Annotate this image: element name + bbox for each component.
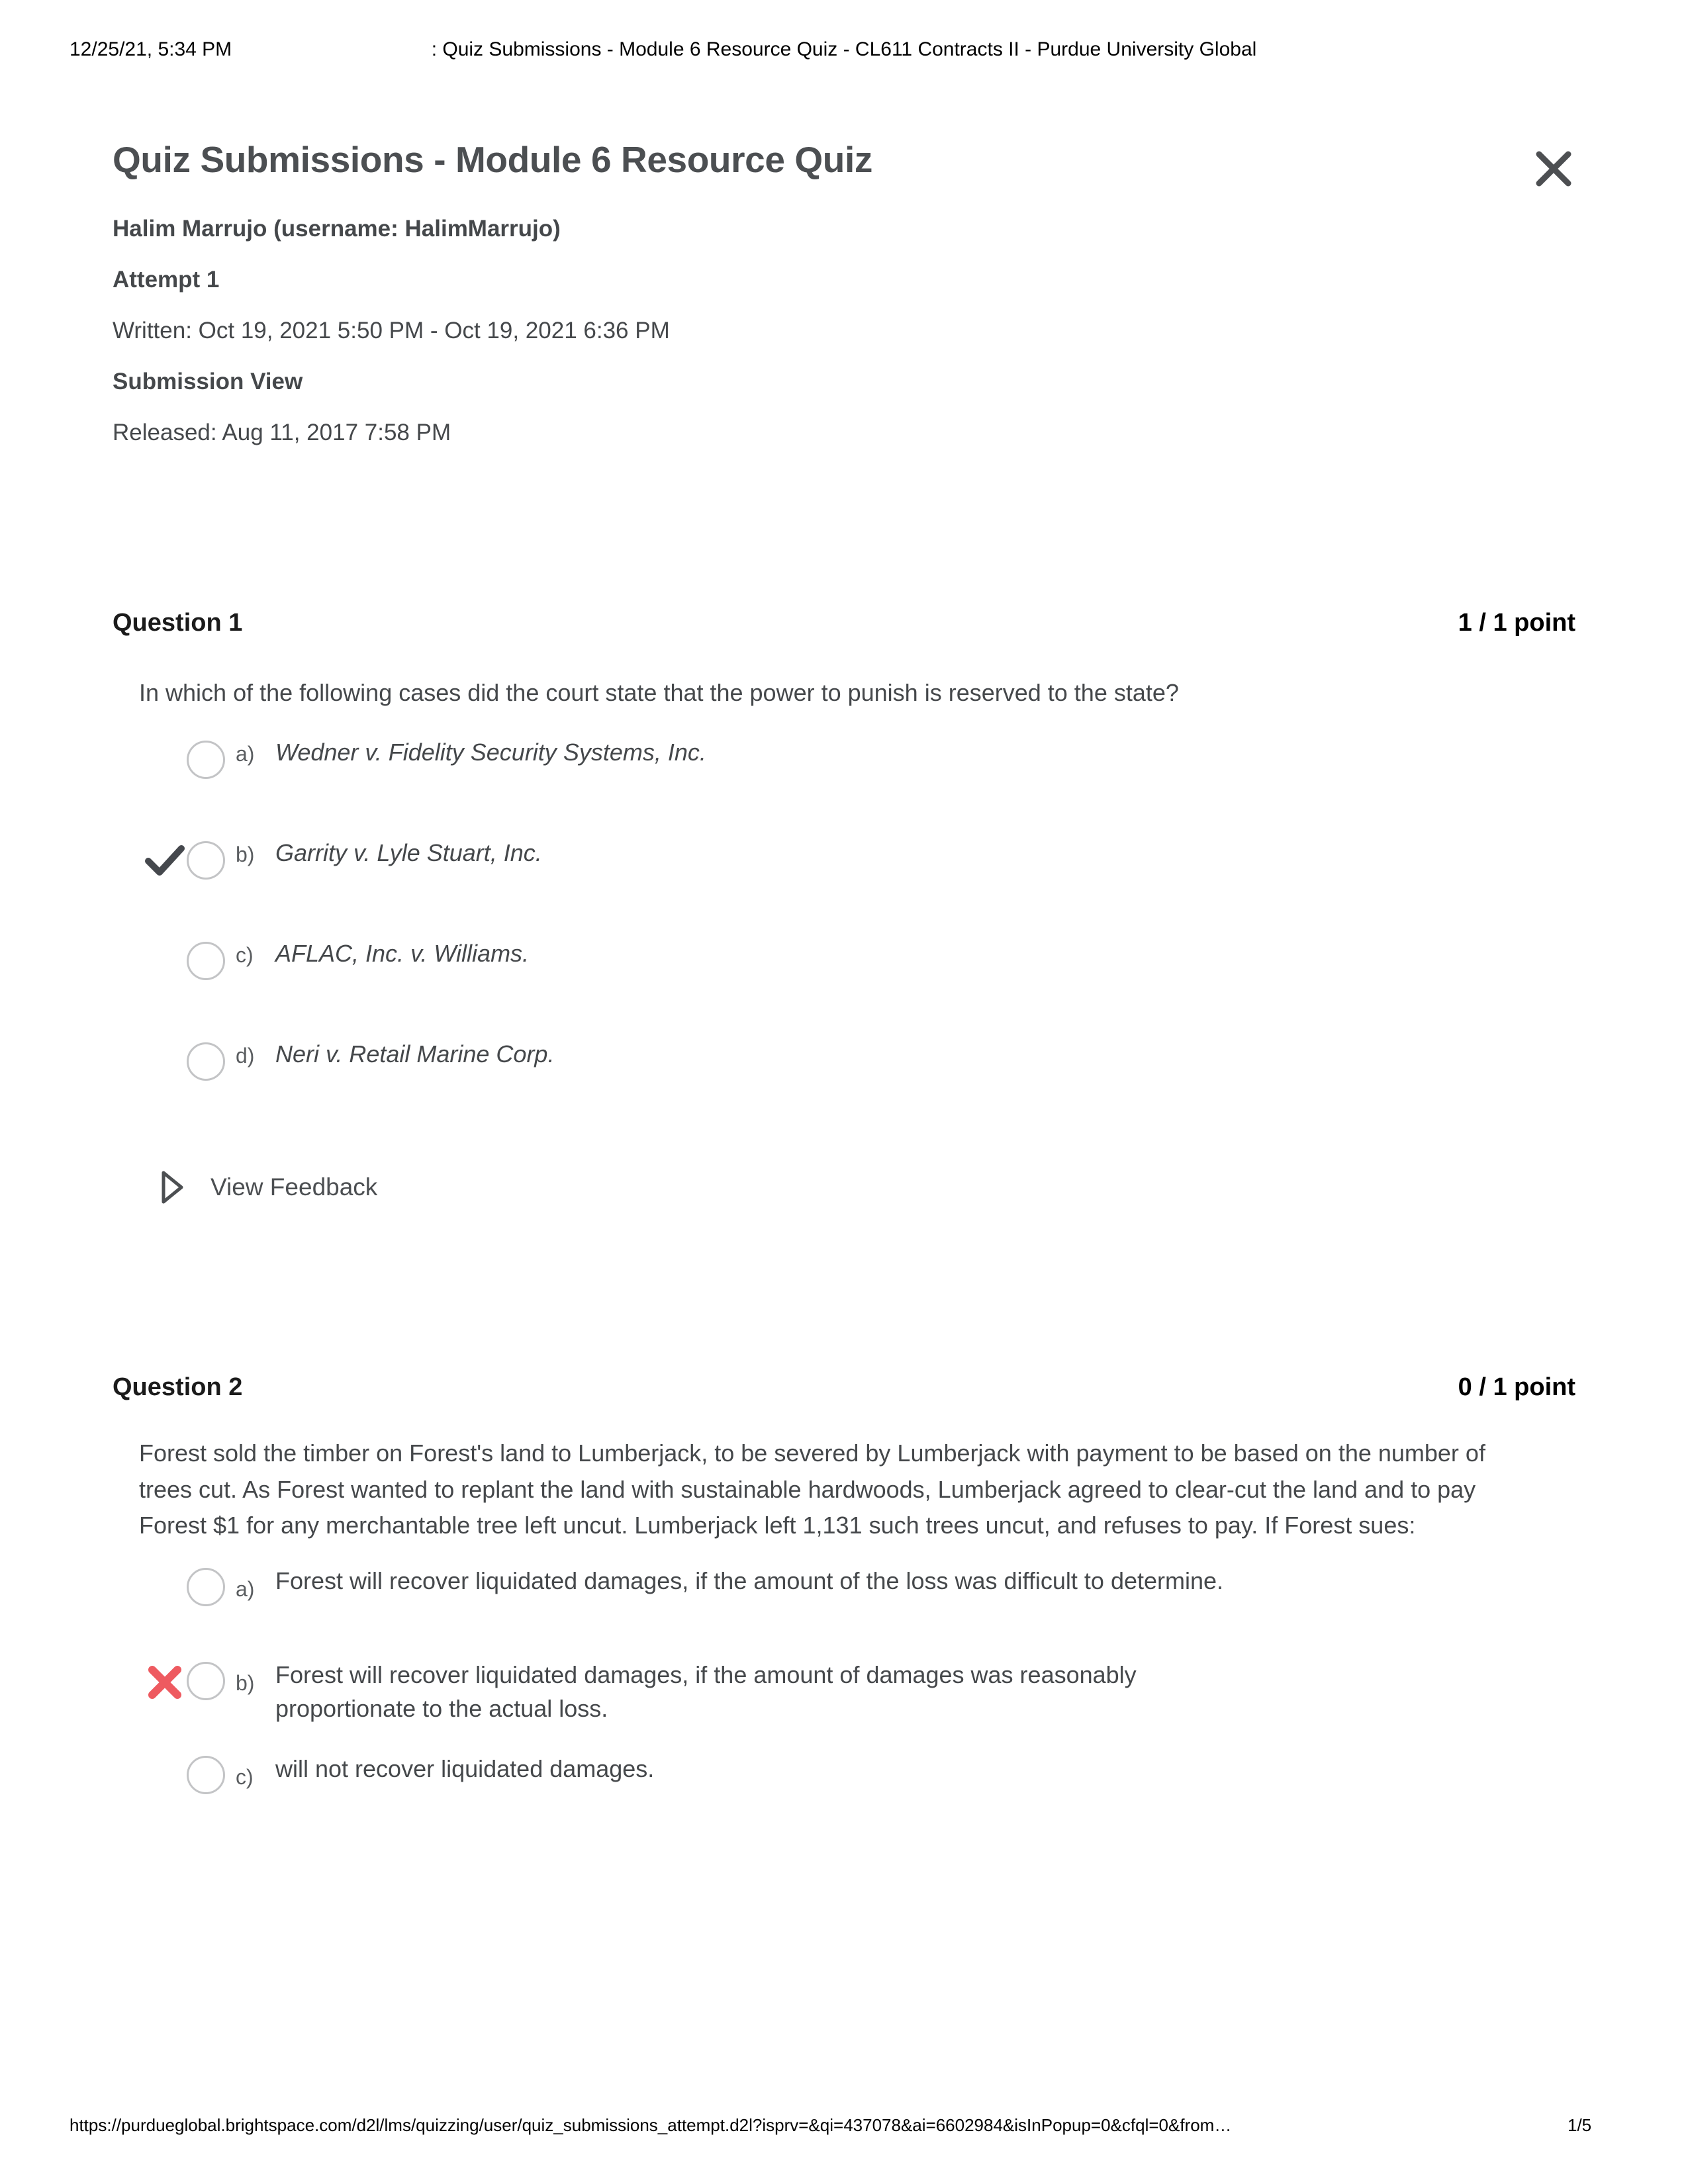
check-icon <box>143 839 187 882</box>
option-letter: a) <box>236 1577 255 1602</box>
question-block: Question 1 1 / 1 point In which of the f… <box>0 609 1688 1205</box>
radio-button[interactable] <box>187 740 225 779</box>
option-letter: c) <box>236 1765 254 1790</box>
print-header-title: : Quiz Submissions - Module 6 Resource Q… <box>431 38 1257 60</box>
attempt-label: Attempt 1 <box>113 267 220 293</box>
submission-view-label: Submission View <box>113 369 303 394</box>
option-text: Forest will recover liquidated damages, … <box>275 1567 1224 1595</box>
question-number: Question 2 <box>113 1373 243 1401</box>
option-letter: d) <box>236 1043 255 1068</box>
cross-icon <box>143 1661 187 1704</box>
question-number: Question 1 <box>113 609 243 637</box>
answer-marker-slot <box>143 1567 187 1610</box>
option-text: Neri v. Retail Marine Corp. <box>275 1040 555 1068</box>
print-footer-url: https://purdueglobal.brightspace.com/d2l… <box>70 2115 1232 2135</box>
page-header: Quiz Submissions - Module 6 Resource Qui… <box>113 138 1589 187</box>
page-title: Quiz Submissions - Module 6 Resource Qui… <box>113 139 872 180</box>
student-name: Halim Marrujo (username: HalimMarrujo) <box>113 216 561 242</box>
question-block: Question 2 0 / 1 point Forest sold the t… <box>0 1373 1688 1846</box>
answer-option[interactable]: a) Wedner v. Fidelity Security Systems, … <box>0 731 1688 832</box>
answer-option[interactable]: b) Forest will recover liquidated damage… <box>0 1658 1688 1752</box>
answer-marker-slot <box>143 939 187 983</box>
option-text: Forest will recover liquidated damages, … <box>275 1661 1137 1723</box>
answer-option[interactable]: a) Forest will recover liquidated damage… <box>0 1564 1688 1658</box>
radio-button[interactable] <box>187 1662 225 1701</box>
radio-button[interactable] <box>187 941 225 980</box>
answer-marker-slot <box>143 1040 187 1083</box>
answer-option[interactable]: c) will not recover liquidated damages. <box>0 1752 1688 1846</box>
option-letter: b) <box>236 842 255 866</box>
close-icon[interactable] <box>1530 146 1577 192</box>
radio-button[interactable] <box>187 841 225 880</box>
print-footer: https://purdueglobal.brightspace.com/d2l… <box>0 2115 1688 2139</box>
submission-meta: Halim Marrujo (username: HalimMarrujo) A… <box>113 217 1589 444</box>
written-time: Written: Oct 19, 2021 5:50 PM - Oct 19, … <box>113 318 670 343</box>
question-points: 0 / 1 point <box>1458 1373 1575 1401</box>
answer-marker-slot <box>143 1754 187 1798</box>
option-text: will not recover liquidated damages. <box>275 1755 655 1783</box>
question-points: 1 / 1 point <box>1458 609 1575 637</box>
print-header: 12/25/21, 5:34 PM : Quiz Submissions - M… <box>0 38 1688 65</box>
radio-button[interactable] <box>187 1756 225 1795</box>
option-letter: c) <box>236 942 254 967</box>
view-feedback-label: View Feedback <box>211 1173 378 1201</box>
option-letter: b) <box>236 1671 255 1696</box>
option-text: Garrity v. Lyle Stuart, Inc. <box>275 839 542 866</box>
view-feedback-toggle[interactable]: View Feedback <box>159 1169 503 1205</box>
answer-options: a) Wedner v. Fidelity Security Systems, … <box>0 731 1688 1134</box>
radio-button[interactable] <box>187 1042 225 1081</box>
released-time: Released: Aug 11, 2017 7:58 PM <box>113 420 451 445</box>
question-header: Question 2 0 / 1 point <box>113 1373 1575 1410</box>
question-text: Forest sold the timber on Forest's land … <box>139 1439 1485 1539</box>
answer-marker-slot <box>143 738 187 782</box>
question-text: In which of the following cases did the … <box>139 679 1179 706</box>
caret-right-icon <box>159 1169 185 1205</box>
answer-options: a) Forest will recover liquidated damage… <box>0 1564 1688 1846</box>
print-footer-page-number: 1/5 <box>1568 2115 1592 2135</box>
question-header: Question 1 1 / 1 point <box>113 609 1575 646</box>
answer-option[interactable]: c) AFLAC, Inc. v. Williams. <box>0 933 1688 1033</box>
option-letter: a) <box>236 741 255 766</box>
radio-button[interactable] <box>187 1568 225 1607</box>
option-text: AFLAC, Inc. v. Williams. <box>275 939 530 967</box>
answer-option[interactable]: d) Neri v. Retail Marine Corp. <box>0 1033 1688 1134</box>
option-text: Wedner v. Fidelity Security Systems, Inc… <box>275 738 706 766</box>
answer-option[interactable]: b) Garrity v. Lyle Stuart, Inc. <box>0 832 1688 933</box>
